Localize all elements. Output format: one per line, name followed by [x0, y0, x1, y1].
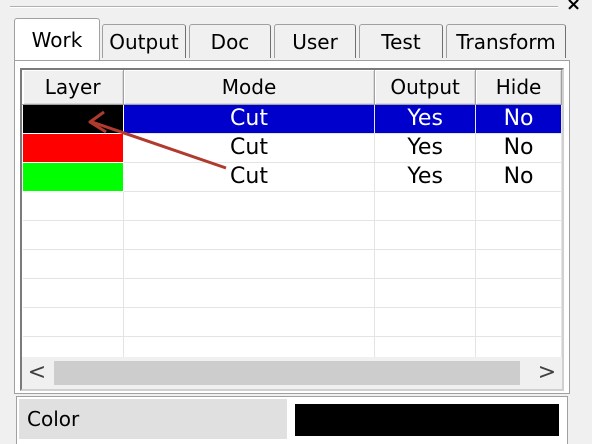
titlebar-divider	[10, 6, 558, 8]
color-value-swatch[interactable]	[295, 404, 559, 436]
property-label-color: Color	[19, 399, 287, 439]
tab-output[interactable]: Output	[102, 24, 186, 58]
hide-cell[interactable]: No	[475, 162, 562, 192]
window-titlebar: ×	[0, 0, 592, 16]
mode-cell[interactable]: Cut	[123, 104, 376, 134]
mode-cell[interactable]: Cut	[123, 133, 376, 163]
tab-transform[interactable]: Transform	[446, 24, 566, 58]
empty-row	[22, 307, 562, 337]
empty-row	[22, 249, 562, 279]
column-header-output[interactable]: Output	[374, 70, 477, 105]
output-cell[interactable]: Yes	[374, 162, 477, 192]
column-header-mode[interactable]: Mode	[123, 70, 376, 105]
table-row[interactable]: Cut Yes No	[22, 104, 562, 134]
empty-row	[22, 191, 562, 221]
layer-color-swatch[interactable]	[22, 104, 124, 134]
tab-doc[interactable]: Doc	[189, 24, 271, 58]
column-header-layer[interactable]: Layer	[22, 70, 124, 105]
tab-strip: Work Output Doc User Test Transform	[0, 18, 592, 64]
mode-cell[interactable]: Cut	[123, 162, 376, 192]
table-header-row: Layer Mode Output Hide	[22, 70, 562, 105]
hide-cell[interactable]: No	[475, 104, 562, 134]
layer-properties-panel: Color	[16, 396, 568, 444]
scroll-left-icon[interactable]: <	[22, 357, 52, 389]
table-row[interactable]: Cut Yes No	[22, 133, 562, 163]
tab-test[interactable]: Test	[359, 24, 443, 58]
scrollbar-thumb[interactable]	[54, 361, 520, 385]
output-cell[interactable]: Yes	[374, 104, 477, 134]
empty-row	[22, 278, 562, 308]
horizontal-scrollbar[interactable]: < >	[22, 357, 562, 389]
layer-color-swatch[interactable]	[22, 133, 124, 163]
empty-row	[22, 220, 562, 250]
close-icon[interactable]: ×	[566, 0, 581, 14]
scroll-right-icon[interactable]: >	[532, 357, 562, 389]
work-tab-panel: Layer Mode Output Hide Cut Yes No Cut Ye…	[14, 60, 570, 394]
output-cell[interactable]: Yes	[374, 133, 477, 163]
hide-cell[interactable]: No	[475, 133, 562, 163]
table-row[interactable]: Cut Yes No	[22, 162, 562, 192]
layer-color-swatch[interactable]	[22, 162, 124, 192]
tab-user[interactable]: User	[274, 24, 356, 58]
layers-table: Layer Mode Output Hide Cut Yes No Cut Ye…	[22, 70, 562, 366]
tab-work[interactable]: Work	[14, 18, 100, 60]
column-header-hide[interactable]: Hide	[475, 70, 562, 105]
layers-grid: Layer Mode Output Hide Cut Yes No Cut Ye…	[20, 68, 564, 391]
